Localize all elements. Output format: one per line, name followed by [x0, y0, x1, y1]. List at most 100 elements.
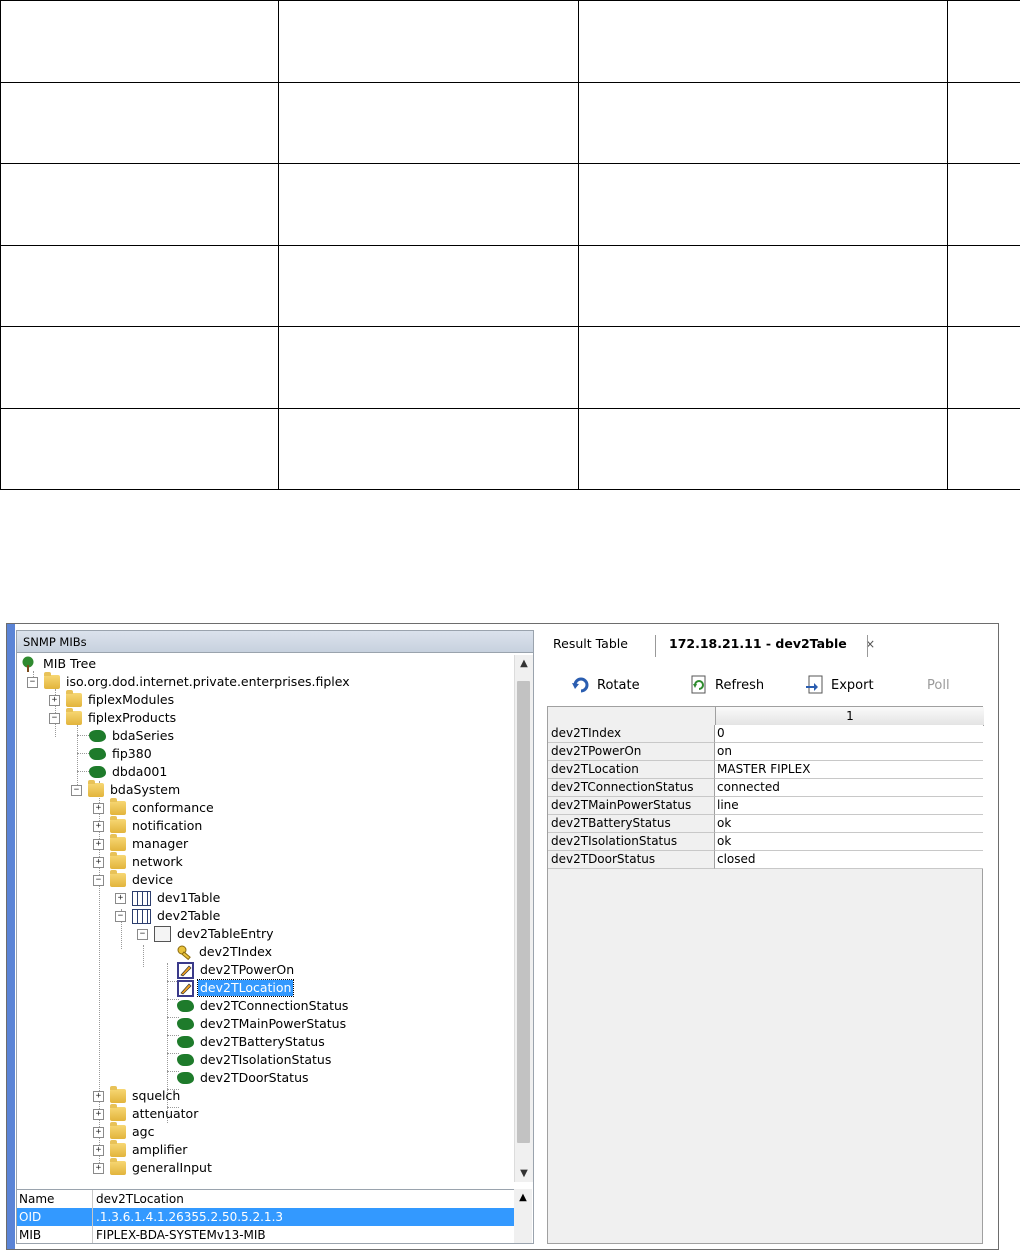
tree-node-manager[interactable]: + manager: [93, 834, 190, 853]
tree-node-dbda001[interactable]: dbda001: [89, 763, 169, 781]
cell-value[interactable]: 0: [715, 725, 983, 743]
table-row[interactable]: dev2TPowerOn on: [548, 743, 983, 761]
tree-node-fiplex[interactable]: − iso.org.dod.internet.private.enterpris…: [27, 672, 352, 691]
tree-node-dev2tableentry[interactable]: − dev2TableEntry: [137, 925, 276, 943]
tree-node-generalinput[interactable]: + generalInput: [93, 1158, 214, 1177]
tree-node-dev2tisolationstatus[interactable]: dev2TIsolationStatus: [177, 1051, 333, 1069]
tree-node-network[interactable]: + network: [93, 852, 185, 871]
tree-node-label: dev2Table: [157, 908, 221, 923]
property-row-oid[interactable]: OID .1.3.6.1.4.1.26355.2.50.5.2.1.3: [17, 1208, 514, 1226]
mib-tree-icon: [22, 656, 34, 672]
tree-node-fiplexmodules[interactable]: + fiplexModules: [49, 690, 176, 709]
collapse-toggle[interactable]: −: [137, 928, 148, 940]
properties-scrollbar[interactable]: ▲: [514, 1189, 532, 1243]
tree-node-dev2tlocation[interactable]: dev2TLocation: [177, 979, 295, 997]
mib-tree[interactable]: MIB Tree − iso.org.dod.internet.private.…: [17, 655, 514, 1182]
tree-node-dev2tbatterystatus[interactable]: dev2TBatteryStatus: [177, 1033, 327, 1051]
rotate-button[interactable]: Rotate: [571, 672, 640, 698]
table-row[interactable]: dev2TIsolationStatus ok: [548, 833, 983, 851]
table-row: [0, 407, 1020, 490]
poll-button[interactable]: Poll: [927, 672, 950, 698]
collapse-toggle[interactable]: −: [115, 910, 126, 922]
tree-node-dev2tpoweron[interactable]: dev2TPowerOn: [177, 961, 296, 979]
tree-node-dev1table[interactable]: + dev1Table: [115, 889, 222, 907]
tree-node-mib-tree[interactable]: MIB Tree: [19, 655, 98, 673]
tree-connector: [143, 945, 144, 967]
tree-scrollbar[interactable]: ▲ ▼: [514, 655, 533, 1182]
property-row-name[interactable]: Name dev2TLocation: [17, 1190, 514, 1208]
row-header: dev2TConnectionStatus: [548, 779, 715, 797]
tree-node-notification[interactable]: + notification: [93, 816, 204, 835]
expand-toggle[interactable]: +: [93, 1162, 104, 1174]
tree-node-agc[interactable]: + agc: [93, 1122, 156, 1141]
tree-node-dev2tindex[interactable]: dev2TIndex: [177, 943, 274, 961]
expand-toggle[interactable]: +: [93, 1090, 104, 1102]
expand-toggle[interactable]: +: [93, 1126, 104, 1138]
tree-node-conformance[interactable]: + conformance: [93, 798, 216, 817]
expand-toggle[interactable]: +: [93, 1108, 104, 1120]
tree-node-squelch[interactable]: + squelch: [93, 1086, 182, 1105]
cell-value[interactable]: ok: [715, 815, 983, 833]
expand-toggle[interactable]: +: [93, 856, 104, 868]
scroll-up-icon[interactable]: ▲: [514, 1189, 532, 1206]
tab-result-table[interactable]: Result Table: [553, 630, 628, 658]
table-row[interactable]: dev2TBatteryStatus ok: [548, 815, 983, 833]
property-row-mib[interactable]: MIB FIPLEX-BDA-SYSTEMv13-MIB: [17, 1226, 514, 1243]
table-row[interactable]: dev2TMainPowerStatus line: [548, 797, 983, 815]
tree-node-bdasystem[interactable]: − bdaSystem: [71, 780, 182, 799]
scroll-up-icon[interactable]: ▲: [515, 655, 533, 672]
scroll-down-icon[interactable]: ▼: [515, 1165, 533, 1182]
row-header: dev2TIndex: [548, 725, 715, 743]
table-row: [0, 0, 1020, 83]
collapse-toggle[interactable]: −: [93, 874, 104, 886]
cell-value[interactable]: line: [715, 797, 983, 815]
tree-node-device[interactable]: − device: [93, 870, 175, 889]
window-accent-bar: [7, 624, 15, 1249]
expand-toggle[interactable]: +: [93, 802, 104, 814]
result-grid: 1 dev2TIndex 0 dev2TPowerOn on dev2TLoca…: [547, 706, 984, 1244]
expand-toggle[interactable]: +: [115, 892, 126, 904]
tree-node-dev2tdoorstatus[interactable]: dev2TDoorStatus: [177, 1069, 311, 1087]
refresh-icon: [691, 675, 706, 694]
expand-toggle[interactable]: +: [93, 838, 104, 850]
collapse-toggle[interactable]: −: [49, 712, 60, 724]
tree-node-fiplexproducts[interactable]: − fiplexProducts: [49, 708, 178, 727]
export-icon: [806, 675, 823, 694]
table-cell: [278, 326, 579, 409]
table-icon: [132, 890, 151, 906]
properties-grid: Name dev2TLocation OID .1.3.6.1.4.1.2635…: [17, 1189, 514, 1243]
tab-dev2table[interactable]: 172.18.21.11 - dev2Table ×: [669, 630, 875, 658]
table-row[interactable]: dev2TDoorStatus closed: [548, 851, 983, 869]
column-header[interactable]: 1: [715, 707, 984, 726]
tree-node-label: dev2TBatteryStatus: [200, 1034, 325, 1049]
collapse-toggle[interactable]: −: [71, 784, 82, 796]
export-button[interactable]: Export: [805, 672, 874, 698]
scrollbar-thumb[interactable]: [517, 681, 530, 1143]
tree-node-amplifier[interactable]: + amplifier: [93, 1140, 189, 1159]
cell-value[interactable]: ok: [715, 833, 983, 851]
tree-node-label: network: [132, 854, 183, 869]
tree-node-bdaseries[interactable]: bdaSeries: [89, 727, 176, 745]
tree-node-label: dev2TDoorStatus: [200, 1070, 309, 1085]
tree-node-label: dev2TIsolationStatus: [200, 1052, 332, 1067]
cell-value[interactable]: on: [715, 743, 983, 761]
cell-value[interactable]: MASTER FIPLEX: [715, 761, 983, 779]
cell-value[interactable]: closed: [715, 851, 983, 869]
table-row[interactable]: dev2TConnectionStatus connected: [548, 779, 983, 797]
expand-toggle[interactable]: +: [49, 694, 60, 706]
tree-node-label: squelch: [132, 1088, 181, 1103]
tree-node-dev2tmainpowerstatus[interactable]: dev2TMainPowerStatus: [177, 1015, 348, 1033]
collapse-toggle[interactable]: −: [27, 676, 38, 688]
tree-node-dev2tconnectionstatus[interactable]: dev2TConnectionStatus: [177, 997, 350, 1015]
tree-node-fip380[interactable]: fip380: [89, 745, 154, 763]
expand-toggle[interactable]: +: [93, 1144, 104, 1156]
row-header: dev2TPowerOn: [548, 743, 715, 761]
cell-value[interactable]: connected: [715, 779, 983, 797]
rotate-icon: [572, 677, 589, 693]
tree-node-attenuator[interactable]: + attenuator: [93, 1104, 200, 1123]
tree-node-dev2table[interactable]: − dev2Table: [115, 907, 222, 925]
table-row[interactable]: dev2TIndex 0: [548, 725, 983, 743]
refresh-button[interactable]: Refresh: [689, 672, 764, 698]
table-row[interactable]: dev2TLocation MASTER FIPLEX: [548, 761, 983, 779]
expand-toggle[interactable]: +: [93, 820, 104, 832]
